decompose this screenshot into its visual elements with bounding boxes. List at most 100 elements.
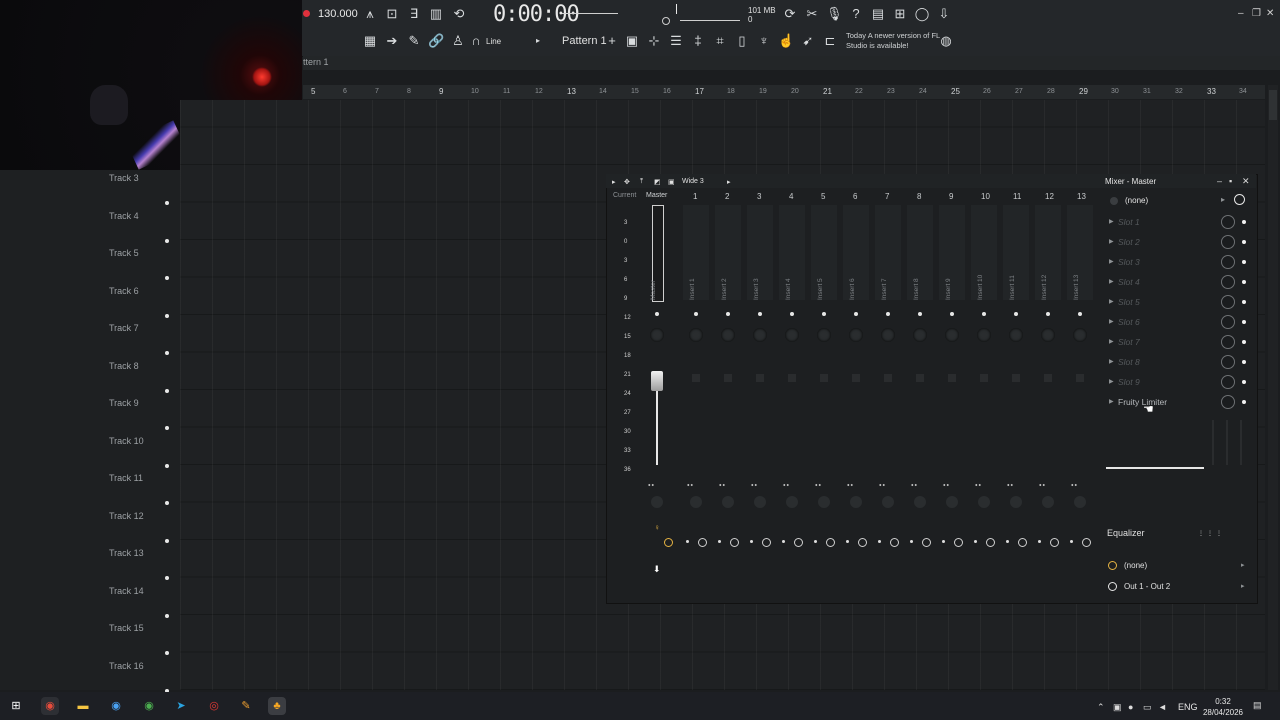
channel-enable-dot[interactable] <box>1046 312 1050 316</box>
route-arrows-icon[interactable]: ⬩⬩ <box>1071 482 1078 490</box>
channel-enable-dot[interactable] <box>758 312 762 316</box>
browser-icon[interactable]: ⌗ <box>712 33 728 49</box>
channel-enable-dot[interactable] <box>886 312 890 316</box>
stereo-knob[interactable] <box>850 496 862 508</box>
news-panel[interactable]: Today A newer version of FL Studio is av… <box>846 31 941 51</box>
track-label[interactable]: Track 9 <box>109 398 139 408</box>
slot-arrow-icon[interactable]: ▶ <box>1109 398 1114 405</box>
send-dot[interactable] <box>878 540 881 543</box>
channel-enable-dot[interactable] <box>790 312 794 316</box>
pan-knob[interactable] <box>650 328 664 342</box>
vol-slider[interactable] <box>1240 420 1242 465</box>
route-arrows-icon[interactable]: ⬩⬩ <box>847 482 854 490</box>
channel-enable-dot[interactable] <box>694 312 698 316</box>
master-send[interactable] <box>664 538 673 547</box>
send-dot[interactable] <box>814 540 817 543</box>
track-mute-dot[interactable] <box>165 501 169 505</box>
stereo-knob[interactable] <box>882 496 894 508</box>
stereo-knob[interactable] <box>1074 496 1086 508</box>
send-knob[interactable] <box>826 538 835 547</box>
track-label[interactable]: Track 10 <box>109 436 144 446</box>
tray-mic-icon[interactable]: ● <box>1128 702 1133 712</box>
track-mute-dot[interactable] <box>165 426 169 430</box>
master-volume-bar[interactable] <box>1106 467 1204 469</box>
tempo-display[interactable]: 130.000 <box>318 8 358 20</box>
slot-enable-led[interactable] <box>1242 240 1246 244</box>
pan-knob[interactable] <box>753 328 767 342</box>
wait-icon[interactable]: ⊡ <box>384 6 400 22</box>
send-knob[interactable] <box>986 538 995 547</box>
route-arrows-icon[interactable]: ⬩⬩ <box>911 482 918 490</box>
pan-knob[interactable] <box>913 328 927 342</box>
insert-strip[interactable] <box>1003 205 1029 300</box>
slot-mix-knob[interactable] <box>1221 275 1235 289</box>
mixer-maximize-icon[interactable]: ▪ <box>1229 176 1232 186</box>
fl-studio-icon[interactable]: ♣ <box>268 697 286 715</box>
output-none-arrow-icon[interactable]: ▸ <box>1241 561 1245 569</box>
stereo-knob[interactable] <box>754 496 766 508</box>
cut-icon[interactable]: ✂ <box>804 6 820 22</box>
pan-knob[interactable] <box>977 328 991 342</box>
channel-enable-dot[interactable] <box>822 312 826 316</box>
send-dot[interactable] <box>1070 540 1073 543</box>
song-position-bar[interactable] <box>562 13 618 14</box>
insert-strip[interactable] <box>1067 205 1093 300</box>
channel-fader[interactable] <box>756 374 764 382</box>
channel-enable-dot[interactable] <box>1078 312 1082 316</box>
scroll-thumb[interactable] <box>1269 90 1277 120</box>
tray-chevron-icon[interactable]: ⌃ <box>1097 702 1105 713</box>
channel-fader[interactable] <box>916 374 924 382</box>
tempo-tap-icon[interactable]: ➹ <box>800 33 816 49</box>
route-arrows-icon[interactable]: ⬩⬩ <box>975 482 982 490</box>
insert-strip[interactable] <box>779 205 805 300</box>
send-knob[interactable] <box>922 538 931 547</box>
tray-network-icon[interactable]: ▭ <box>1143 702 1152 713</box>
piano-roll-icon[interactable]: ▦ <box>362 33 378 49</box>
send-dot[interactable] <box>974 540 977 543</box>
track-label[interactable]: Track 14 <box>109 586 144 596</box>
file-icon[interactable]: ▯ <box>734 33 750 49</box>
send-dot[interactable] <box>1038 540 1041 543</box>
stamp-icon[interactable]: ♙ <box>450 33 466 49</box>
insert-strip[interactable] <box>843 205 869 300</box>
stereo-knob[interactable] <box>1010 496 1022 508</box>
cart-icon[interactable]: ⊏ <box>822 33 838 49</box>
mixer-save-icon[interactable]: ⤒ <box>640 178 643 186</box>
channel-fader[interactable] <box>724 374 732 382</box>
channel-fader[interactable] <box>788 374 796 382</box>
track-label[interactable]: Track 11 <box>109 473 143 483</box>
channel-enable-dot[interactable] <box>854 312 858 316</box>
chrome-profile-icon[interactable]: ◉ <box>107 697 125 715</box>
track-mute-dot[interactable] <box>165 201 169 205</box>
send-knob[interactable] <box>858 538 867 547</box>
effect-slot[interactable]: Slot 4 <box>1118 277 1140 287</box>
slot-mix-knob[interactable] <box>1221 335 1235 349</box>
insert-strip[interactable] <box>971 205 997 300</box>
stereo-knob[interactable] <box>722 496 734 508</box>
effect-slot[interactable]: Slot 1 <box>1118 217 1140 227</box>
master-link-icon[interactable]: ♀ <box>654 523 660 532</box>
insert-strip[interactable] <box>875 205 901 300</box>
slot-arrow-icon[interactable]: ▶ <box>1109 278 1114 285</box>
send-knob[interactable] <box>1018 538 1027 547</box>
close-icon[interactable]: ✕ <box>1266 8 1274 19</box>
send-dot[interactable] <box>782 540 785 543</box>
pan-slider[interactable] <box>1212 420 1214 465</box>
pan-knob[interactable] <box>689 328 703 342</box>
track-mute-dot[interactable] <box>165 388 169 393</box>
track-label[interactable]: Track 13 <box>109 548 144 558</box>
stereo-knob[interactable] <box>818 496 830 508</box>
faders-icon[interactable]: ‡ <box>690 33 706 49</box>
stereo-knob[interactable] <box>914 496 926 508</box>
stereo-slider[interactable] <box>1226 420 1228 465</box>
file-explorer-icon[interactable]: ▬ <box>74 697 92 715</box>
restore-icon[interactable]: ❐ <box>1252 8 1261 19</box>
slot-arrow-icon[interactable]: ▶ <box>1109 258 1114 265</box>
slot-mix-knob[interactable] <box>1221 355 1235 369</box>
pan-knob[interactable] <box>721 328 735 342</box>
slot-enable-led[interactable] <box>1242 380 1246 384</box>
pan-knob[interactable] <box>1073 328 1087 342</box>
output-selector-none[interactable]: (none) <box>1124 561 1147 570</box>
pencil-icon[interactable]: ✎ <box>406 33 422 49</box>
send-dot[interactable] <box>686 540 689 543</box>
